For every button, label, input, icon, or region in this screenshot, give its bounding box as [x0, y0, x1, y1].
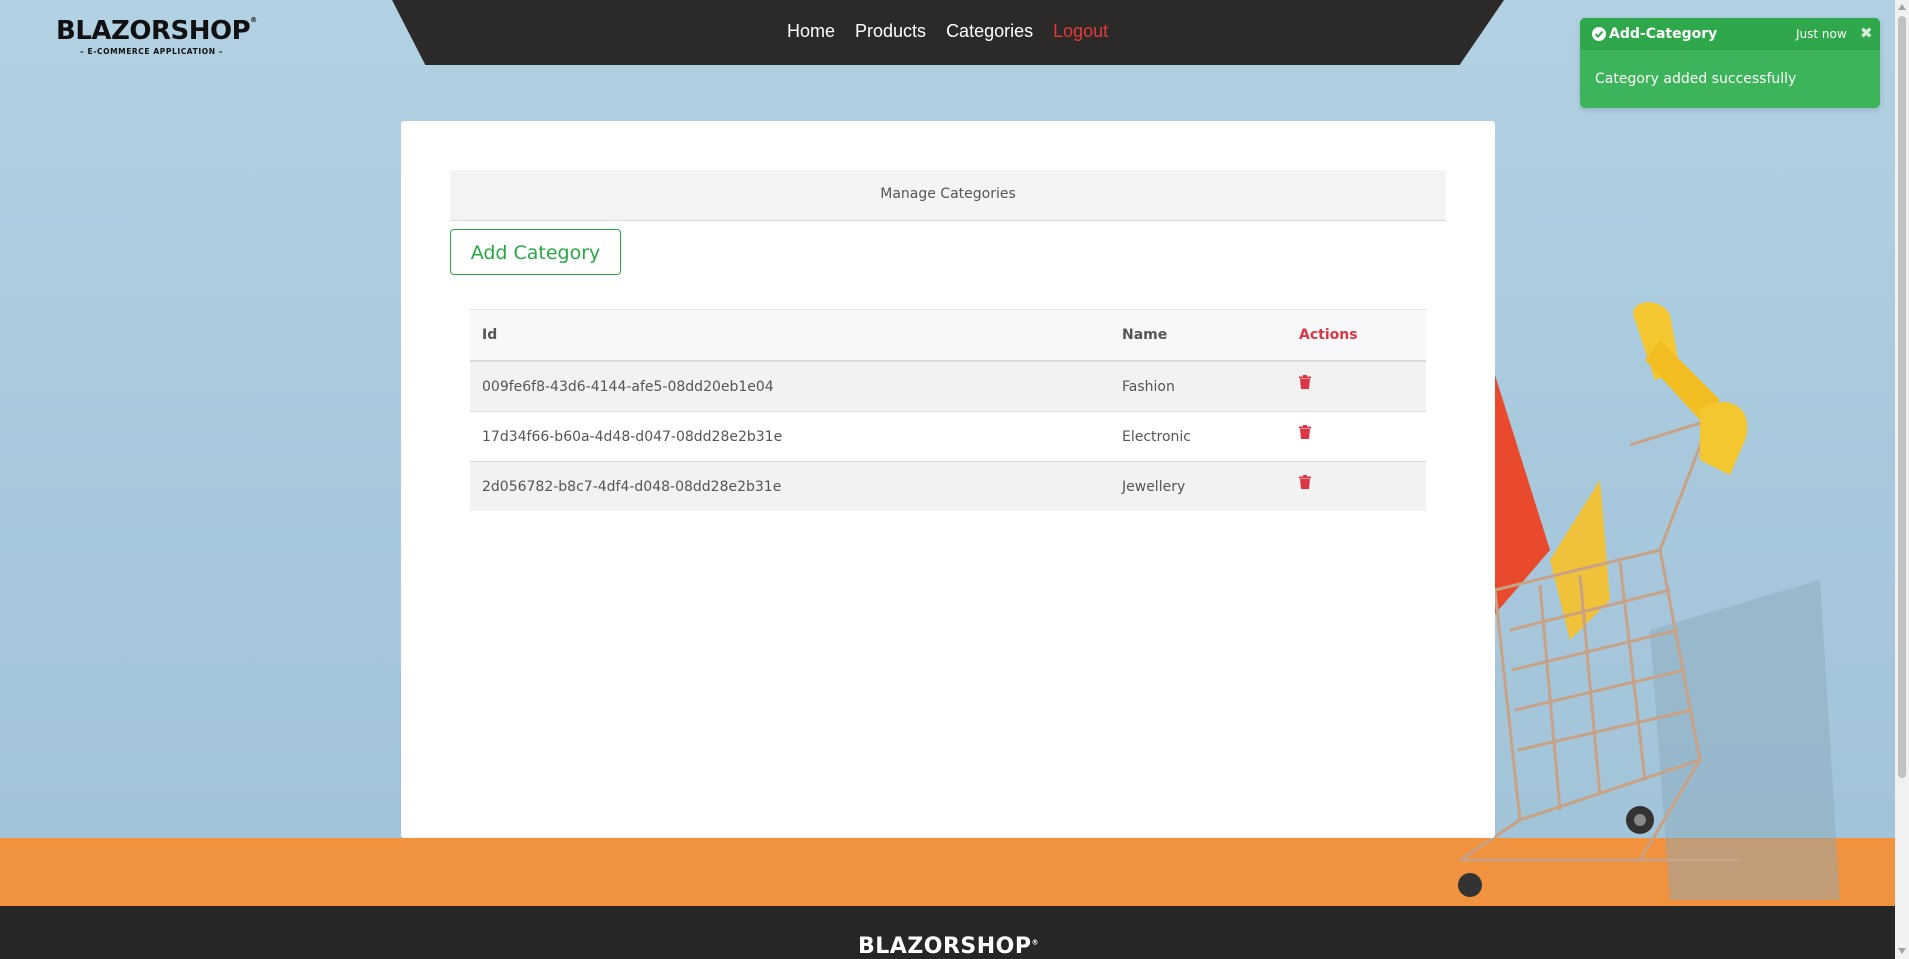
check-circle-icon	[1592, 27, 1606, 41]
table-row: 17d34f66-b60a-4d48-d047-08dd28e2b31e Ele…	[470, 411, 1426, 462]
trash-icon[interactable]	[1299, 424, 1311, 439]
nav-categories[interactable]: Categories	[946, 21, 1033, 42]
close-icon[interactable]: ✖	[1860, 24, 1873, 42]
page-scrollbar[interactable]	[1895, 0, 1909, 959]
categories-card: Manage Categories Add Category Id Name A…	[401, 121, 1495, 838]
categories-table: Id Name Actions 009fe6f8-43d6-4144-afe5-…	[470, 309, 1426, 511]
category-id: 17d34f66-b60a-4d48-d047-08dd28e2b31e	[470, 411, 1110, 462]
category-name: Jewellery	[1110, 461, 1287, 511]
footer-brand-logo: BLAZORSHOP®	[858, 934, 1039, 959]
column-header-name: Name	[1110, 309, 1287, 362]
category-name: Electronic	[1110, 411, 1287, 462]
nav-home[interactable]: Home	[787, 21, 835, 42]
trash-icon[interactable]	[1299, 374, 1311, 389]
toast-header: Add-Category Just now ✖	[1580, 18, 1880, 50]
page-title: Manage Categories	[450, 170, 1446, 221]
category-id: 009fe6f8-43d6-4144-afe5-08dd20eb1e04	[470, 361, 1110, 412]
category-id: 2d056782-b8c7-4df4-d048-08dd28e2b31e	[470, 461, 1110, 511]
brand-name: BLAZORSHOP	[56, 16, 251, 46]
column-header-actions: Actions	[1287, 309, 1426, 362]
table-row: 2d056782-b8c7-4df4-d048-08dd28e2b31e Jew…	[470, 461, 1426, 511]
nav-products[interactable]: Products	[855, 21, 926, 42]
table-header-row: Id Name Actions	[470, 309, 1426, 362]
category-name: Fashion	[1110, 361, 1287, 412]
scroll-down-arrow-icon[interactable]	[1898, 948, 1906, 954]
trash-icon[interactable]	[1299, 474, 1311, 489]
nav-logout[interactable]: Logout	[1053, 21, 1108, 42]
column-header-id: Id	[470, 309, 1110, 362]
toast-timestamp: Just now	[1796, 27, 1847, 41]
brand-logo[interactable]: BLAZORSHOP® – E-COMMERCE APPLICATION –	[56, 16, 257, 58]
toast-title: Add-Category	[1609, 26, 1718, 42]
footer-brand-name: BLAZORSHOP	[858, 934, 1032, 959]
scroll-thumb[interactable]	[1898, 16, 1906, 778]
scroll-up-arrow-icon[interactable]	[1898, 4, 1906, 10]
toast-message: Category added successfully	[1595, 71, 1797, 87]
brand-tagline: – E-COMMERCE APPLICATION –	[80, 47, 224, 56]
table-row: 009fe6f8-43d6-4144-afe5-08dd20eb1e04 Fas…	[470, 361, 1426, 412]
nav-menu: Home Products Categories Logout	[787, 21, 1108, 42]
toast-notification: Add-Category Just now ✖ Category added s…	[1580, 18, 1880, 108]
add-category-button[interactable]: Add Category	[450, 229, 621, 275]
